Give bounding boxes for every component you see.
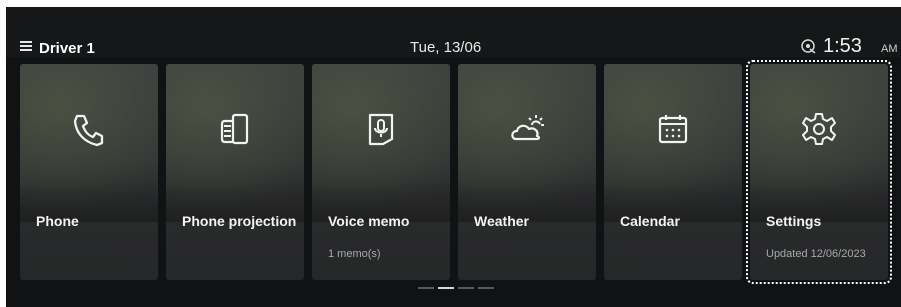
card-title: Settings (766, 213, 822, 229)
page-indicator (418, 287, 508, 291)
card-subtitle: 1 memo(s) (328, 248, 381, 260)
weather-card[interactable]: Weather (458, 64, 596, 280)
card-title: Phone (36, 213, 79, 229)
calendar-card[interactable]: Calendar (604, 64, 742, 280)
profile-name[interactable]: Driver 1 (39, 40, 95, 57)
card-subtitle: Updated 12/06/2023 (766, 248, 866, 260)
clock-ampm: AM (881, 43, 898, 55)
voice-memo-icon (368, 113, 394, 146)
settings-card[interactable]: Settings Updated 12/06/2023 (746, 60, 892, 284)
home-screen: Driver 1 Tue, 13/06 1:53 AM Phone Phone … (6, 7, 901, 307)
clock-time: 1:53 (823, 35, 862, 57)
page-dot (478, 287, 494, 289)
gear-icon (802, 113, 836, 145)
page-dot (418, 287, 434, 289)
phone-icon (73, 114, 104, 147)
status-bar: Driver 1 Tue, 13/06 1:53 AM (6, 7, 901, 57)
voice-memo-card[interactable]: Voice memo 1 memo(s) (312, 64, 450, 280)
calendar-icon (658, 115, 688, 144)
app-cards: Phone Phone projection Voice memo 1 memo… (20, 60, 892, 284)
phone-card[interactable]: Phone (20, 64, 158, 280)
phone-projection-card[interactable]: Phone projection (166, 64, 304, 280)
page-margin: Driver 1 Tue, 13/06 1:53 AM Phone Phone … (0, 0, 901, 307)
card-title: Phone projection (182, 213, 297, 229)
page-dot (458, 287, 474, 289)
weather-icon (511, 115, 544, 141)
date-label: Tue, 13/06 (410, 39, 482, 56)
card-title: Calendar (620, 213, 680, 229)
page-dot-active (438, 287, 454, 289)
connected-services-icon (801, 39, 816, 54)
card-title: Voice memo (328, 213, 410, 229)
card-title: Weather (474, 213, 529, 229)
menu-icon[interactable] (20, 41, 32, 51)
phone-projection-icon (220, 113, 249, 145)
